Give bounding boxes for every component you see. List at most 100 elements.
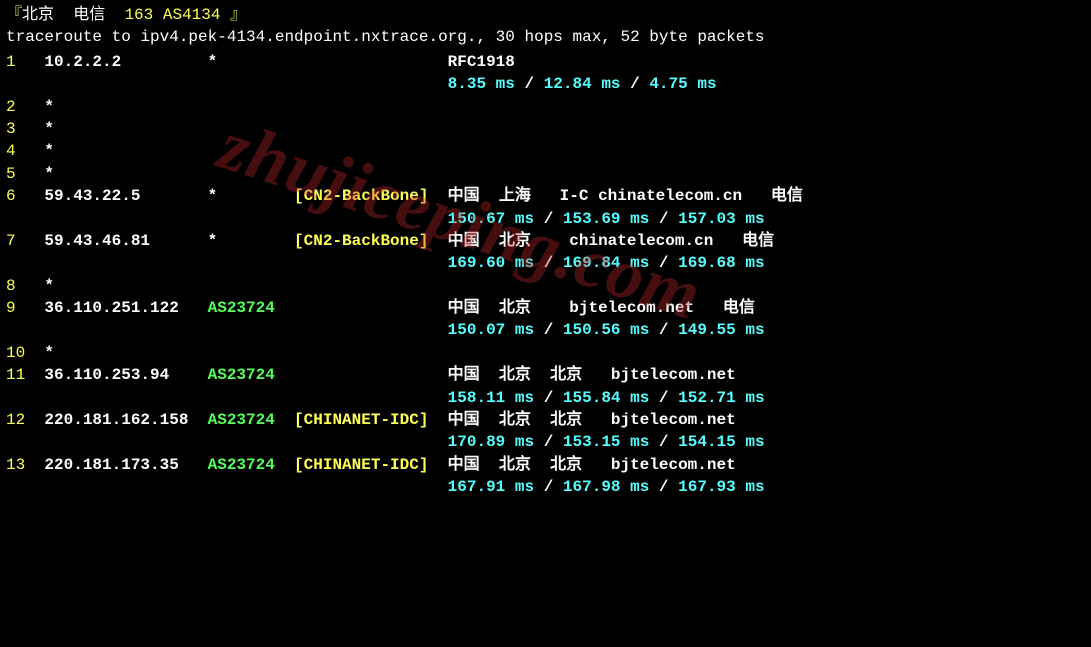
hop-rtt-row: 150.07 ms / 150.56 ms / 149.55 ms [6, 319, 1085, 341]
hop-ip: * [44, 342, 207, 364]
hop-number: 9 [6, 297, 44, 319]
hop-number: 6 [6, 185, 44, 207]
rtt-value: 158.11 ms [448, 387, 534, 409]
rtt-sep: / [649, 319, 678, 341]
hop-asn: AS23724 [208, 454, 294, 476]
rtt-sep: / [534, 208, 563, 230]
hop-ip: * [44, 96, 207, 118]
hop-tag: [CHINANET-IDC] [294, 409, 448, 431]
rtt-sep: / [515, 73, 544, 95]
hop-row: 13 220.181.173.35 AS23724 [CHINANET-IDC]… [6, 454, 1085, 476]
hop-ip: 36.110.251.122 [44, 297, 207, 319]
hop-tag [294, 51, 448, 73]
rtt-sep: / [649, 208, 678, 230]
rtt-sep: / [534, 476, 563, 498]
hop-asn: * [208, 185, 294, 207]
rtt-sep: / [621, 73, 650, 95]
hop-row: 4 * [6, 140, 1085, 162]
hop-asn: AS23724 [208, 297, 294, 319]
rtt-sep: / [534, 319, 563, 341]
rtt-sep: / [649, 252, 678, 274]
rtt-value: 12.84 ms [544, 73, 621, 95]
hop-tag: [CHINANET-IDC] [294, 454, 448, 476]
hop-number: 8 [6, 275, 44, 297]
hop-rtt-row: 167.91 ms / 167.98 ms / 167.93 ms [6, 476, 1085, 498]
rtt-sep: / [649, 387, 678, 409]
hop-row: 8 * [6, 275, 1085, 297]
hop-asn: * [208, 230, 294, 252]
hop-row: 11 36.110.253.94 AS23724 中国 北京 北京 bjtele… [6, 364, 1085, 386]
hop-ip: * [44, 118, 207, 140]
hop-location: 中国 北京 北京 bjtelecom.net [448, 364, 1085, 386]
hop-number: 4 [6, 140, 44, 162]
hop-row: 6 59.43.22.5 * [CN2-BackBone] 中国 上海 I-C … [6, 185, 1085, 207]
rtt-value: 8.35 ms [448, 73, 515, 95]
hop-rtt-row: 158.11 ms / 155.84 ms / 152.71 ms [6, 387, 1085, 409]
hop-ip: 36.110.253.94 [44, 364, 207, 386]
rtt-value: 155.84 ms [563, 387, 649, 409]
hop-tag: [CN2-BackBone] [294, 185, 448, 207]
rtt-value: 149.55 ms [678, 319, 764, 341]
hop-rtt-row: 150.67 ms / 153.69 ms / 157.03 ms [6, 208, 1085, 230]
rtt-sep: / [649, 476, 678, 498]
rtt-value: 153.69 ms [563, 208, 649, 230]
rtt-value: 154.15 ms [678, 431, 764, 453]
hop-number: 3 [6, 118, 44, 140]
rtt-sep: / [534, 252, 563, 274]
hop-location: 中国 北京 chinatelecom.cn 电信 [448, 230, 1085, 252]
hop-ip: 59.43.46.81 [44, 230, 207, 252]
hop-ip: * [44, 163, 207, 185]
hop-row: 5 * [6, 163, 1085, 185]
trace-header: 『北京 电信 163 AS4134 』 [6, 4, 1085, 26]
hop-number: 1 [6, 51, 44, 73]
hop-number: 11 [6, 364, 44, 386]
rtt-value: 153.15 ms [563, 431, 649, 453]
hop-number: 5 [6, 163, 44, 185]
hop-row: 10 * [6, 342, 1085, 364]
hop-row: 9 36.110.251.122 AS23724 中国 北京 bjtelecom… [6, 297, 1085, 319]
hop-tag [294, 364, 448, 386]
hop-number: 12 [6, 409, 44, 431]
rtt-value: 4.75 ms [649, 73, 716, 95]
rtt-value: 150.07 ms [448, 319, 534, 341]
hop-rtt-row: 8.35 ms / 12.84 ms / 4.75 ms [6, 73, 1085, 95]
hop-asn: AS23724 [208, 409, 294, 431]
hop-tag [294, 297, 448, 319]
hop-location: 中国 上海 I-C chinatelecom.cn 电信 [448, 185, 1085, 207]
hops-list: 1 10.2.2.2 * RFC1918 8.35 ms / 12.84 ms … [6, 51, 1085, 499]
rtt-value: 169.60 ms [448, 252, 534, 274]
rtt-value: 152.71 ms [678, 387, 764, 409]
rtt-sep: / [534, 431, 563, 453]
hop-number: 7 [6, 230, 44, 252]
hop-ip: * [44, 140, 207, 162]
hop-row: 7 59.43.46.81 * [CN2-BackBone] 中国 北京 chi… [6, 230, 1085, 252]
hop-ip: * [44, 275, 207, 297]
rtt-value: 169.84 ms [563, 252, 649, 274]
hop-asn: AS23724 [208, 364, 294, 386]
rtt-value: 170.89 ms [448, 431, 534, 453]
rtt-value: 169.68 ms [678, 252, 764, 274]
hop-location: 中国 北京 bjtelecom.net 电信 [448, 297, 1085, 319]
hop-rtt-row: 170.89 ms / 153.15 ms / 154.15 ms [6, 431, 1085, 453]
hop-ip: 220.181.173.35 [44, 454, 207, 476]
rtt-value: 150.56 ms [563, 319, 649, 341]
hop-number: 2 [6, 96, 44, 118]
hop-tag: [CN2-BackBone] [294, 230, 448, 252]
hop-location: 中国 北京 北京 bjtelecom.net [448, 409, 1085, 431]
hop-ip: 10.2.2.2 [44, 51, 207, 73]
rtt-value: 167.93 ms [678, 476, 764, 498]
rtt-value: 150.67 ms [448, 208, 534, 230]
rtt-sep: / [534, 387, 563, 409]
hop-ip: 220.181.162.158 [44, 409, 207, 431]
rtt-value: 167.91 ms [448, 476, 534, 498]
hop-location: RFC1918 [448, 51, 1085, 73]
hop-row: 1 10.2.2.2 * RFC1918 [6, 51, 1085, 73]
rtt-value: 167.98 ms [563, 476, 649, 498]
hop-rtt-row: 169.60 ms / 169.84 ms / 169.68 ms [6, 252, 1085, 274]
hop-number: 10 [6, 342, 44, 364]
hop-ip: 59.43.22.5 [44, 185, 207, 207]
rtt-value: 157.03 ms [678, 208, 764, 230]
hop-row: 12 220.181.162.158 AS23724 [CHINANET-IDC… [6, 409, 1085, 431]
hop-number: 13 [6, 454, 44, 476]
rtt-sep: / [649, 431, 678, 453]
